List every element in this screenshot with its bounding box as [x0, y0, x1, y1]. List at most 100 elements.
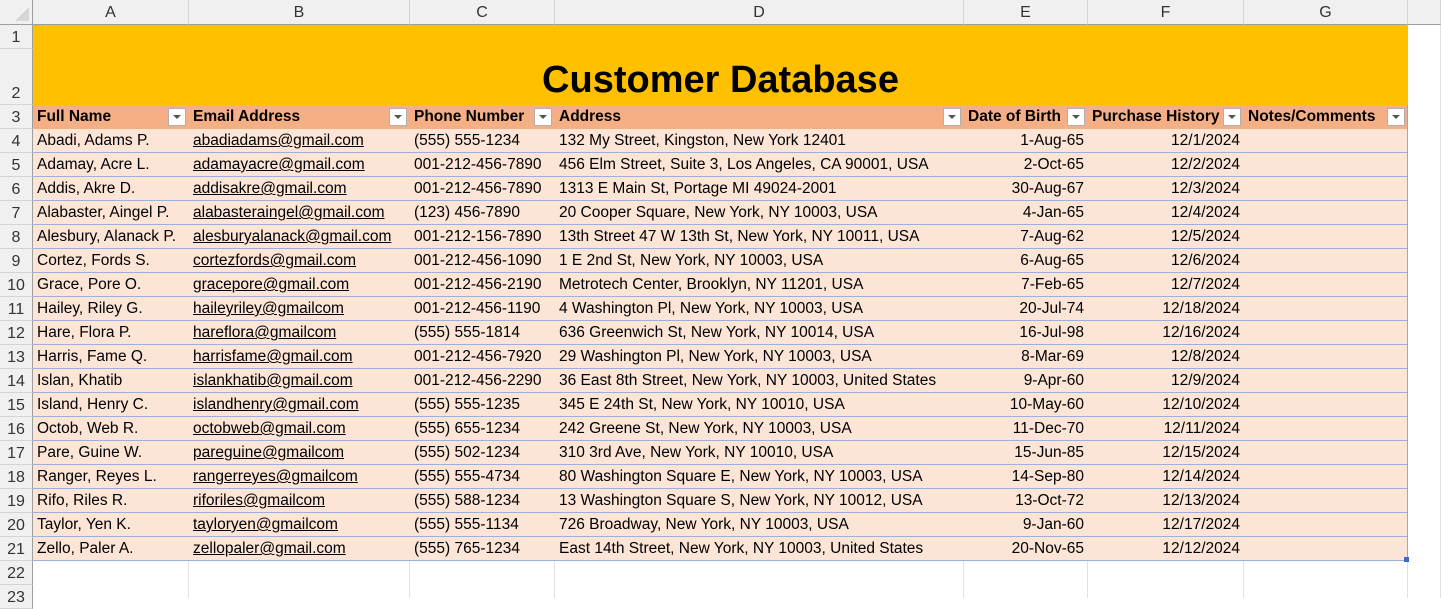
table-cell[interactable]: 001-212-456-7890 [410, 153, 555, 177]
table-cell[interactable]: Island, Henry C. [33, 393, 189, 417]
table-cell[interactable] [1244, 297, 1408, 321]
filter-dropdown-button[interactable] [1387, 108, 1405, 126]
table-cell[interactable]: Zello, Paler A. [33, 537, 189, 561]
table-cell[interactable] [1244, 177, 1408, 201]
table-cell[interactable] [1244, 345, 1408, 369]
row-header-20[interactable]: 20 [0, 513, 33, 537]
table-cell[interactable]: 13 Washington Square S, New York, NY 100… [555, 489, 964, 513]
table-cell[interactable] [1244, 369, 1408, 393]
row-header-7[interactable]: 7 [0, 201, 33, 225]
table-header-cell[interactable]: Full Name [33, 105, 189, 129]
table-cell[interactable] [1244, 129, 1408, 153]
table-cell[interactable]: abadiadams@gmail.com [189, 129, 410, 153]
table-cell[interactable]: Alabaster, Aingel P. [33, 201, 189, 225]
table-cell[interactable]: (555) 555-1134 [410, 513, 555, 537]
table-cell[interactable] [1244, 273, 1408, 297]
table-cell[interactable]: 345 E 24th St, New York, NY 10010, USA [555, 393, 964, 417]
table-cell[interactable]: 12/11/2024 [1088, 417, 1244, 441]
row-header-12[interactable]: 12 [0, 321, 33, 345]
email-link[interactable]: hareflora@gmailcom [193, 324, 336, 341]
table-cell[interactable]: 12/9/2024 [1088, 369, 1244, 393]
table-cell[interactable]: 12/12/2024 [1088, 537, 1244, 561]
table-cell[interactable]: 1 E 2nd St, New York, NY 10003, USA [555, 249, 964, 273]
table-cell[interactable]: Cortez, Fords S. [33, 249, 189, 273]
table-cell[interactable]: 12/3/2024 [1088, 177, 1244, 201]
table-cell[interactable] [1244, 513, 1408, 537]
email-link[interactable]: zellopaler@gmail.com [193, 540, 346, 557]
table-cell[interactable]: 001-212-456-1190 [410, 297, 555, 321]
table-cell[interactable] [1244, 393, 1408, 417]
table-cell[interactable]: alabasteraingel@gmail.com [189, 201, 410, 225]
table-cell[interactable]: 12/5/2024 [1088, 225, 1244, 249]
table-cell[interactable]: (555) 655-1234 [410, 417, 555, 441]
column-header-B[interactable]: B [189, 0, 410, 25]
table-cell[interactable]: Rifo, Riles R. [33, 489, 189, 513]
table-cell[interactable]: 12/16/2024 [1088, 321, 1244, 345]
table-cell[interactable]: Alesbury, Alanack P. [33, 225, 189, 249]
table-cell[interactable]: Ranger, Reyes L. [33, 465, 189, 489]
table-cell[interactable]: harrisfame@gmail.com [189, 345, 410, 369]
title-cell[interactable]: Customer Database [33, 25, 1408, 105]
table-cell[interactable]: Addis, Akre D. [33, 177, 189, 201]
select-all-button[interactable] [0, 0, 33, 25]
row-header-8[interactable]: 8 [0, 225, 33, 249]
row-header-14[interactable]: 14 [0, 369, 33, 393]
table-cell[interactable]: Grace, Pore O. [33, 273, 189, 297]
email-link[interactable]: pareguine@gmailcom [193, 444, 344, 461]
table-cell[interactable]: hareflora@gmailcom [189, 321, 410, 345]
table-header-cell[interactable]: Phone Number [410, 105, 555, 129]
table-cell[interactable] [1244, 153, 1408, 177]
column-header-D[interactable]: D [555, 0, 964, 25]
table-cell[interactable]: Harris, Fame Q. [33, 345, 189, 369]
table-cell[interactable]: 20-Jul-74 [964, 297, 1088, 321]
table-cell[interactable]: Adamay, Acre L. [33, 153, 189, 177]
row-header-21[interactable]: 21 [0, 537, 33, 561]
table-cell[interactable]: (123) 456-7890 [410, 201, 555, 225]
table-cell[interactable] [1244, 321, 1408, 345]
row-header-22[interactable]: 22 [0, 561, 33, 585]
table-cell[interactable]: 13th Street 47 W 13th St, New York, NY 1… [555, 225, 964, 249]
email-link[interactable]: abadiadams@gmail.com [193, 132, 364, 149]
table-cell[interactable]: 12/13/2024 [1088, 489, 1244, 513]
table-cell[interactable]: 1-Aug-65 [964, 129, 1088, 153]
table-cell[interactable]: 242 Greene St, New York, NY 10003, USA [555, 417, 964, 441]
row-header-16[interactable]: 16 [0, 417, 33, 441]
table-cell[interactable]: 4 Washington Pl, New York, NY 10003, USA [555, 297, 964, 321]
table-cell[interactable]: 4-Jan-65 [964, 201, 1088, 225]
email-link[interactable]: alesburyalanack@gmail.com [193, 228, 391, 245]
table-cell[interactable]: 726 Broadway, New York, NY 10003, USA [555, 513, 964, 537]
table-cell[interactable]: Hare, Flora P. [33, 321, 189, 345]
column-header-A[interactable]: A [33, 0, 189, 25]
email-link[interactable]: islandhenry@gmail.com [193, 396, 359, 413]
table-cell[interactable]: gracepore@gmail.com [189, 273, 410, 297]
table-resize-handle[interactable] [1404, 557, 1409, 562]
table-cell[interactable]: (555) 502-1234 [410, 441, 555, 465]
table-cell[interactable]: 12/6/2024 [1088, 249, 1244, 273]
table-cell[interactable]: 13-Oct-72 [964, 489, 1088, 513]
table-cell[interactable]: 12/10/2024 [1088, 393, 1244, 417]
table-cell[interactable] [1244, 417, 1408, 441]
email-link[interactable]: gracepore@gmail.com [193, 276, 349, 293]
email-link[interactable]: haileyriley@gmailcom [193, 300, 344, 317]
email-link[interactable]: cortezfords@gmail.com [193, 252, 356, 269]
table-cell[interactable] [1244, 489, 1408, 513]
table-cell[interactable]: islankhatib@gmail.com [189, 369, 410, 393]
row-header-3[interactable]: 3 [0, 105, 33, 129]
table-cell[interactable]: (555) 588-1234 [410, 489, 555, 513]
table-cell[interactable]: zellopaler@gmail.com [189, 537, 410, 561]
row-header-10[interactable]: 10 [0, 273, 33, 297]
table-cell[interactable]: 001-212-456-1090 [410, 249, 555, 273]
filter-dropdown-button[interactable] [943, 108, 961, 126]
table-cell[interactable]: tayloryen@gmailcom [189, 513, 410, 537]
table-cell[interactable]: 15-Jun-85 [964, 441, 1088, 465]
table-cell[interactable]: Pare, Guine W. [33, 441, 189, 465]
email-link[interactable]: octobweb@gmail.com [193, 420, 346, 437]
table-cell[interactable]: 12/15/2024 [1088, 441, 1244, 465]
table-cell[interactable]: 7-Aug-62 [964, 225, 1088, 249]
table-cell[interactable] [1244, 441, 1408, 465]
table-cell[interactable]: 001-212-456-7890 [410, 177, 555, 201]
table-cell[interactable]: Islan, Khatib [33, 369, 189, 393]
email-link[interactable]: adamayacre@gmail.com [193, 156, 365, 173]
filter-dropdown-button[interactable] [534, 108, 552, 126]
table-cell[interactable] [1244, 537, 1408, 561]
